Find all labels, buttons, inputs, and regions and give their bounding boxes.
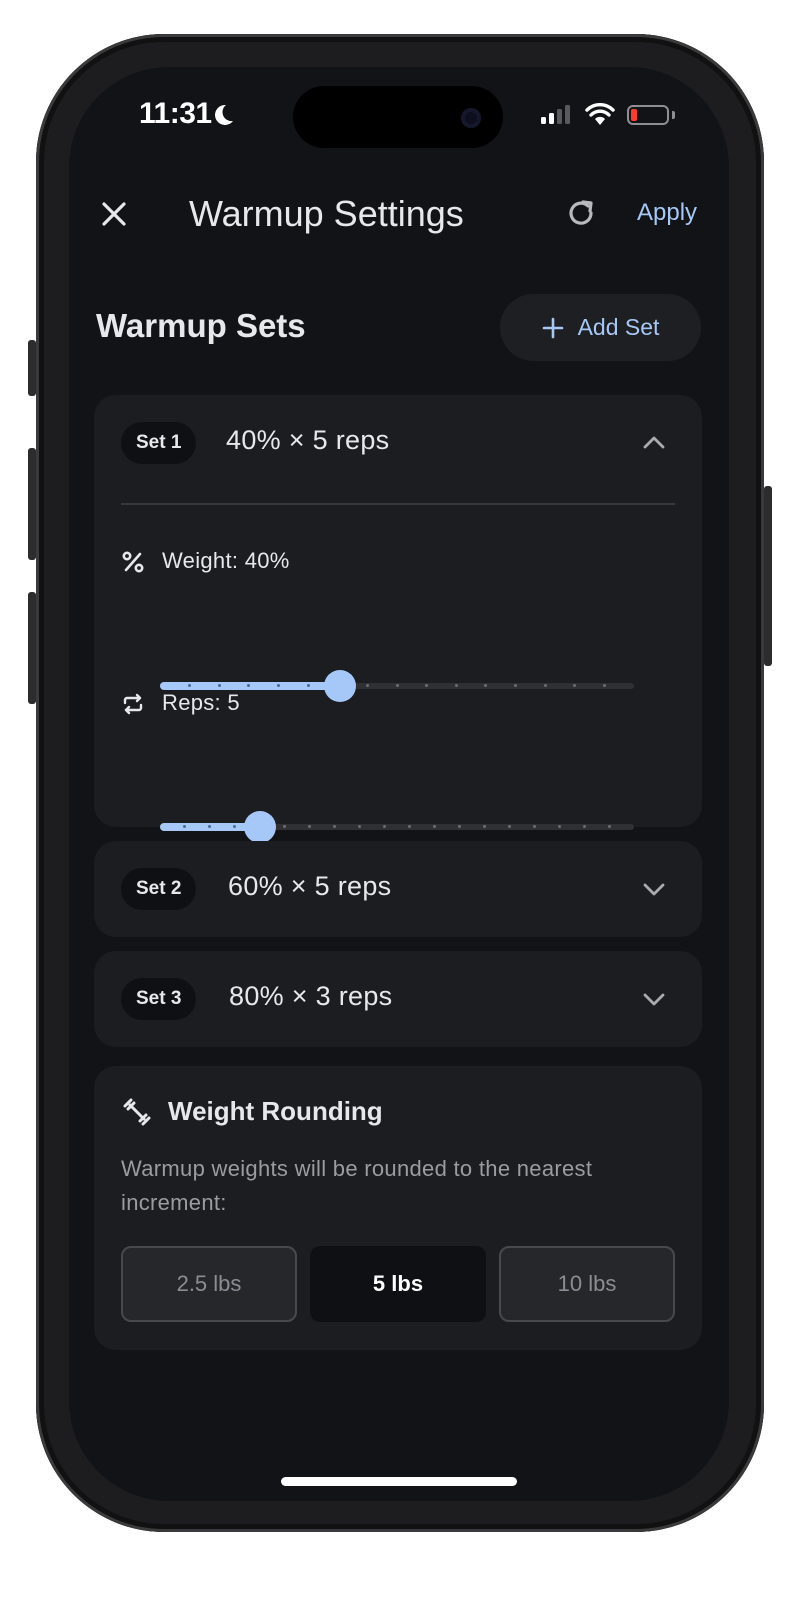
- slider-tick: [432, 825, 436, 828]
- set-summary[interactable]: 40% × 5 reps: [226, 425, 389, 456]
- set-summary: 60% × 5 reps: [228, 871, 392, 901]
- home-indicator: [281, 1477, 517, 1486]
- header: Warmup Settings Apply: [69, 179, 729, 249]
- slider-tick: [514, 684, 517, 687]
- add-set-button[interactable]: Add Set: [500, 294, 701, 361]
- percent-icon: [122, 551, 144, 573]
- slider-tick: [457, 825, 461, 828]
- increment-10-button[interactable]: 10 lbs: [499, 1246, 675, 1322]
- repeat-icon: [123, 693, 143, 715]
- slider-tick: [482, 825, 486, 828]
- slider-tick: [277, 684, 280, 687]
- set-summary: 80% × 3 reps: [229, 981, 393, 1011]
- slider-tick: [557, 825, 561, 828]
- increment-5-button[interactable]: 5 lbs: [310, 1246, 486, 1322]
- slider-tick: [543, 684, 547, 687]
- chevron-down-icon[interactable]: [640, 985, 668, 1013]
- dumbbell-icon: [123, 1098, 151, 1126]
- add-set-label: Add Set: [577, 314, 660, 340]
- close-icon: [102, 202, 126, 226]
- battery-nub: [672, 111, 675, 119]
- signal-icon: [541, 105, 570, 124]
- slider-tick: [582, 825, 586, 828]
- weight-label: Weight: 40%: [162, 548, 290, 573]
- slider-fill: [160, 682, 341, 690]
- set-badge: Set 1: [121, 422, 197, 464]
- slider-thumb[interactable]: [324, 670, 357, 702]
- rounding-card: Weight Rounding Warmup weights will be r…: [94, 1066, 702, 1350]
- slider-tick: [217, 684, 221, 687]
- slider-tick: [507, 825, 511, 828]
- increment-2-5-button[interactable]: 2.5 lbs: [121, 1246, 297, 1322]
- status-time: 11:31: [139, 97, 212, 130]
- battery-icon: [627, 105, 669, 125]
- refresh-icon[interactable]: [563, 195, 599, 231]
- set-card-2[interactable]: Set 2 60% × 5 reps: [94, 841, 702, 937]
- set-card-1: Set 1 40% × 5 reps Weight: 40% Reps: 5: [94, 395, 702, 843]
- rounding-title: Weight Rounding: [168, 1096, 383, 1126]
- power-button: [764, 486, 772, 666]
- set-badge: Set 3: [121, 978, 197, 1020]
- chevron-up-icon[interactable]: [640, 429, 668, 457]
- slider-tick: [602, 684, 606, 687]
- volume-up-button: [28, 448, 36, 560]
- plus-icon: [542, 317, 563, 338]
- page-title: Warmup Settings: [189, 193, 464, 234]
- slider-thumb[interactable]: [243, 811, 276, 843]
- slider-tick: [383, 825, 387, 828]
- slider-tick: [454, 684, 458, 687]
- slider-tick: [532, 825, 536, 828]
- moon-icon: [215, 104, 233, 125]
- slider-tick: [607, 825, 611, 828]
- rounding-description: Warmup weights will be rounded to the ne…: [121, 1156, 593, 1215]
- slider-tick: [395, 684, 399, 687]
- camera: [461, 108, 481, 128]
- volume-down-button: [28, 592, 36, 704]
- reps-label: Reps: 5: [162, 690, 240, 715]
- action-button: [28, 340, 36, 396]
- battery-level: [631, 109, 637, 121]
- close-button[interactable]: [95, 195, 133, 233]
- slider-tick: [306, 684, 310, 687]
- wifi-icon: [585, 103, 615, 125]
- dynamic-island: [293, 86, 503, 148]
- set-card-3[interactable]: Set 3 80% × 3 reps: [94, 951, 702, 1047]
- slider-tick: [407, 825, 411, 828]
- chevron-down-icon[interactable]: [640, 875, 668, 903]
- section-title: Warmup Sets: [96, 307, 306, 344]
- screen: 11:31 Warmup Settings Apply Warmup Sets: [69, 67, 729, 1501]
- apply-button[interactable]: Apply: [637, 199, 697, 227]
- set-badge: Set 2: [121, 868, 197, 910]
- divider: [121, 503, 675, 505]
- slider-tick: [365, 684, 369, 687]
